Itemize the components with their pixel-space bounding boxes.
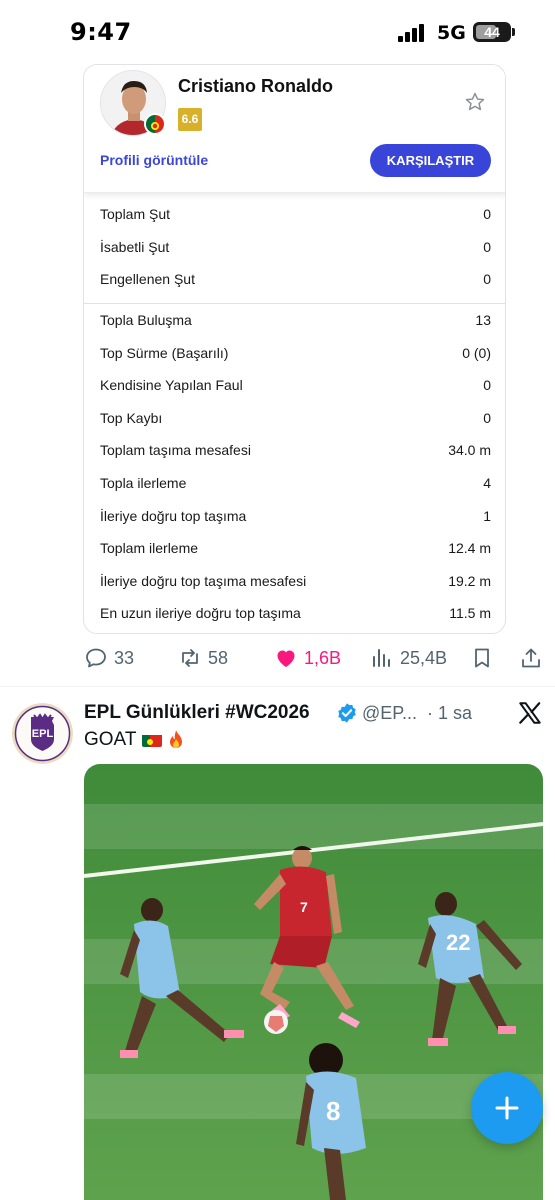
reply-count: 33 [114,647,135,668]
portugal-flag-icon [144,113,166,135]
portugal-flag-emoji-icon [142,733,163,747]
status-bar: 9:47 5G 44 [0,0,555,64]
jersey-number-8: 8 [326,1096,340,1126]
stat-value: 19.2 m [448,572,491,589]
verified-icon [338,703,356,723]
jersey-number-7: 7 [300,899,308,915]
stat-label: Engellenen Şut [100,271,195,288]
reply-icon [86,648,106,668]
author-name[interactable]: EPL Günlükleri #WC2026 [84,702,310,724]
bookmark-icon [475,648,489,668]
stat-value: 1 [483,507,491,524]
compose-tweet-button[interactable] [471,1072,543,1144]
stat-row: İleriye doğru top taşıma mesafesi 19.2 m [100,569,491,595]
stat-label: Kendisine Yapılan Faul [100,377,243,394]
stat-row: Topla ilerleme 4 [100,471,491,497]
author-avatar[interactable]: EPL [12,703,73,764]
network-type: 5G [437,22,466,44]
tweet-text: GOAT [84,729,186,751]
stat-row: Top Kaybı 0 [100,406,491,432]
stat-value: 34.0 m [448,442,491,459]
tweet-time[interactable]: · 1 sa [427,703,472,724]
fire-emoji-icon [170,730,183,748]
reply-button[interactable]: 33 [84,644,134,672]
repost-button[interactable]: 58 [178,644,228,672]
stat-label: Topla Buluşma [100,312,192,328]
author-handle[interactable]: @EP... [362,703,417,724]
tweet-separator [0,686,555,687]
stat-row: Toplam ilerleme 12.4 m [100,536,491,562]
stat-label: İleriye doğru top taşıma [100,507,247,524]
like-button[interactable]: 1,6B [274,644,341,672]
stat-label: Toplam ilerleme [100,540,199,557]
compare-button[interactable]: KARŞILAŞTIR [370,144,491,177]
stat-value: 12.4 m [448,540,491,557]
views-button[interactable]: 25,4B [370,644,447,672]
avatar-logo-text: EPL [32,728,54,740]
player-stats-card: Cristiano Ronaldo 6.6 Profili görüntüle … [83,64,506,634]
stat-value: 0 [483,271,491,288]
stat-label: Toplam taşıma mesafesi [100,442,251,459]
jersey-number-22: 22 [446,930,470,955]
stats-divider [84,303,505,304]
view-count: 25,4B [400,647,448,668]
player-name: Cristiano Ronaldo [178,76,334,96]
battery-level: 44 [484,24,500,40]
stat-row: Top Sürme (Başarılı) 0 (0) [100,341,491,367]
plus-icon [495,1096,519,1120]
stat-row: Kendisine Yapılan Faul 0 [100,373,491,399]
status-time: 9:47 [70,18,132,46]
stat-label: Toplam Şut [100,206,171,222]
bookmark-button[interactable] [470,644,500,672]
battery-icon: 44 [473,22,511,42]
tweet-author-line: EPL Günlükleri #WC2026 @EP... · 1 sa [84,700,504,726]
stat-value: 4 [483,475,491,491]
stat-value: 0 [483,238,491,255]
tweet-media-image[interactable]: 7 22 8 [84,764,543,1200]
stat-row: Toplam taşıma mesafesi 34.0 m [100,438,491,464]
like-count: 1,6B [304,647,342,668]
stat-value: 0 (0) [462,344,491,361]
stat-row: Topla Buluşma 13 [100,308,491,334]
stat-value: 0 [483,409,491,426]
stat-row: Engellenen Şut 0 [100,267,491,293]
stat-value: 11.5 m [449,605,491,622]
star-icon[interactable] [464,91,486,113]
stat-value: 13 [475,312,491,328]
share-icon [522,648,540,668]
player-header: Cristiano Ronaldo 6.6 Profili görüntüle … [84,65,505,193]
view-profile-link[interactable]: Profili görüntüle [100,152,208,168]
views-icon [373,649,390,667]
signal-icon [398,24,428,42]
repost-icon [182,649,198,667]
stat-label: Top Sürme (Başarılı) [100,344,229,361]
x-logo-icon[interactable] [517,700,543,726]
stat-value: 0 [483,377,491,394]
rating-badge: 6.6 [178,108,202,131]
share-button[interactable] [519,644,549,672]
football [264,1010,288,1034]
stat-value: 0 [483,206,491,222]
stat-label: İleriye doğru top taşıma mesafesi [100,572,307,589]
stat-row: Toplam Şut 0 [100,202,491,228]
stat-label: Topla ilerleme [100,475,187,491]
stat-row: İsabetli Şut 0 [100,235,491,261]
stat-label: En uzun ileriye doğru top taşıma [100,605,301,622]
stat-label: İsabetli Şut [100,238,170,255]
heart-icon [277,650,295,667]
repost-count: 58 [208,647,229,668]
tweet-action-bar: 33 58 1,6B 25,4B [0,640,555,676]
stat-label: Top Kaybı [100,409,163,426]
stat-row: En uzun ileriye doğru top taşıma 11.5 m [100,601,491,627]
tweet-text-body: GOAT [84,729,137,750]
stat-row: İleriye doğru top taşıma 1 [100,504,491,530]
